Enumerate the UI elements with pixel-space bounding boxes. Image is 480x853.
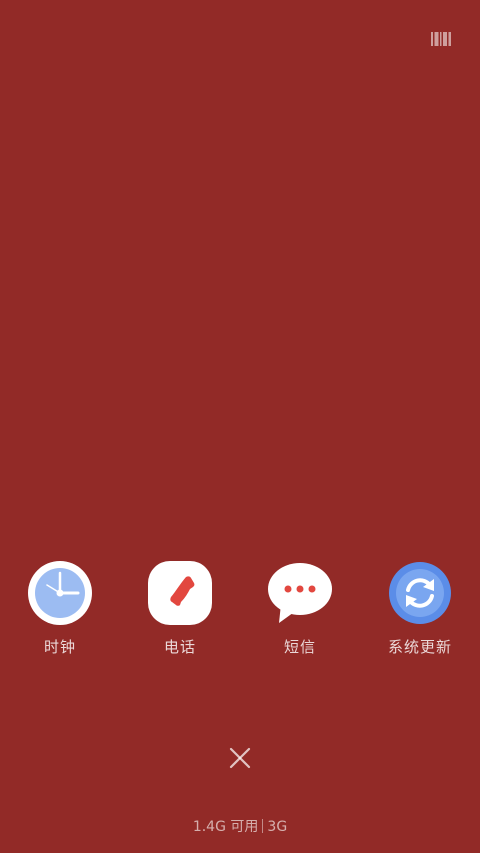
app-shortcuts: 时钟 电话 短信 系统更新 bbox=[0, 560, 480, 670]
app-label-phone: 电话 bbox=[163, 638, 196, 656]
network-type: 3G bbox=[267, 819, 288, 835]
app-system-update[interactable]: 系统更新 bbox=[360, 560, 480, 670]
close-icon bbox=[229, 747, 251, 769]
message-icon bbox=[267, 560, 333, 626]
barcode-icon bbox=[431, 32, 451, 46]
home-screen: 时钟 电话 短信 系统更新 1.4G 可用 3G bbox=[0, 0, 480, 853]
app-messages[interactable]: 短信 bbox=[240, 560, 360, 670]
app-label-system-update: 系统更新 bbox=[387, 638, 452, 656]
app-phone[interactable]: 电话 bbox=[120, 560, 240, 670]
app-label-messages: 短信 bbox=[283, 638, 316, 656]
app-label-clock: 时钟 bbox=[43, 638, 76, 656]
status-divider bbox=[262, 819, 264, 833]
phone-icon bbox=[147, 560, 213, 626]
status-info: 1.4G 可用 3G bbox=[0, 816, 480, 836]
clock-icon bbox=[27, 560, 93, 626]
system-update-icon bbox=[387, 560, 453, 626]
barcode-button[interactable] bbox=[428, 28, 454, 50]
storage-available: 1.4G 可用 bbox=[192, 819, 259, 835]
close-button[interactable] bbox=[224, 742, 256, 774]
app-clock[interactable]: 时钟 bbox=[0, 560, 120, 670]
